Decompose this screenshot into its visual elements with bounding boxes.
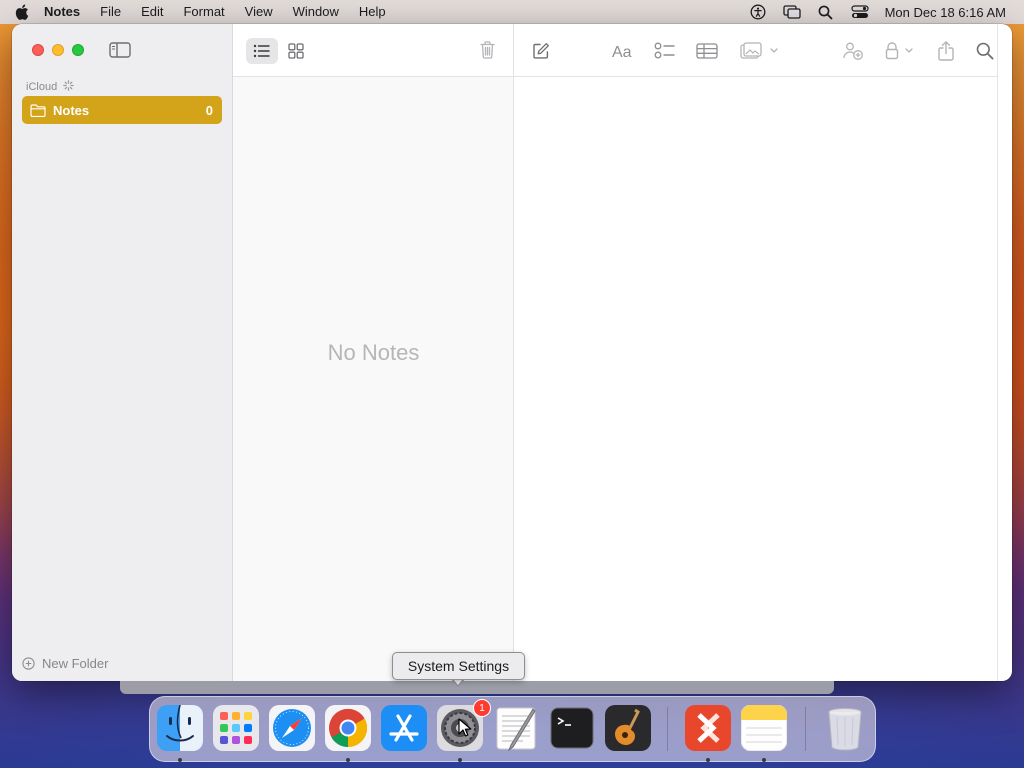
safari-icon [269,705,315,751]
notes-icon [741,705,787,751]
dock-item-remote-desktop[interactable] [685,705,731,751]
dock-item-textedit[interactable] [493,705,539,751]
trash-icon [828,708,862,751]
dock-item-safari[interactable] [269,705,315,751]
running-indicator [706,758,710,762]
sidebar: iCloud Notes 0 New Folder [12,24,233,681]
status-area: Mon Dec 18 6:16 AM [741,0,1024,24]
sync-spinner-icon [63,80,74,94]
running-indicator [762,758,766,762]
remote-desktop-icon [685,705,731,751]
dock-tooltip: System Settings [392,652,525,680]
list-view-icon[interactable] [246,38,278,64]
menu-bar: Notes File Edit Format View Window Help … [0,0,1024,24]
sidebar-folder-notes[interactable]: Notes 0 [22,96,222,124]
search-icon[interactable] [976,40,994,62]
checklist-icon[interactable] [654,40,676,62]
compose-icon[interactable] [532,40,550,62]
note-list-toolbar [233,24,513,77]
media-icon[interactable] [740,40,780,62]
new-folder-button[interactable]: New Folder [22,656,108,671]
share-icon[interactable] [938,40,954,62]
plus-circle-icon [22,657,35,670]
dock-item-launchpad[interactable] [213,705,259,751]
running-indicator [178,758,182,762]
sidebar-toggle-icon[interactable] [109,42,131,58]
trash-icon[interactable] [477,40,497,60]
svg-text:Aa: Aa [612,44,632,59]
control-center-icon[interactable] [843,0,877,24]
gallery-view-icon[interactable] [286,41,306,61]
launchpad-icon [213,705,259,751]
apple-menu-icon[interactable] [0,4,34,20]
editor-toolbar: Aa [514,24,997,77]
folder-icon [30,103,46,117]
menu-help[interactable]: Help [349,0,396,24]
dock-item-garageband[interactable] [605,705,651,751]
textedit-icon [496,707,536,751]
notes-window: iCloud Notes 0 New Folder No Notes Aa [12,24,1012,681]
horizontal-scrollbar[interactable] [120,681,834,694]
menu-edit[interactable]: Edit [131,0,173,24]
running-indicator [458,758,462,762]
collaborate-icon[interactable] [842,40,864,62]
dock-separator [667,707,668,751]
screen-mirroring-icon[interactable] [775,0,809,24]
window-controls [32,44,84,56]
dock-item-chrome[interactable] [325,705,371,751]
folder-note-count: 0 [205,102,213,118]
icloud-label: iCloud [26,81,58,93]
dock-item-notes[interactable] [741,705,787,751]
format-text-icon[interactable]: Aa [612,40,634,62]
notification-badge: 1 [473,699,491,717]
menu-app-name[interactable]: Notes [34,0,90,24]
accessibility-icon[interactable] [741,0,775,24]
spotlight-search-icon[interactable] [809,0,843,24]
minimize-button[interactable] [52,44,64,56]
note-editor-pane: Aa [514,24,998,681]
menu-format[interactable]: Format [173,0,234,24]
folder-name: Notes [53,102,90,118]
app-store-icon [381,705,427,751]
dock-item-app-store[interactable] [381,705,427,751]
note-list-pane: No Notes [233,24,514,681]
close-button[interactable] [32,44,44,56]
icloud-account-header: iCloud [26,80,74,94]
dock-item-terminal[interactable] [549,705,595,751]
dock: 1 [149,696,876,762]
running-indicator [346,758,350,762]
chrome-icon [325,705,371,751]
menu-file[interactable]: File [90,0,131,24]
zoom-button[interactable] [72,44,84,56]
menu-bar-clock[interactable]: Mon Dec 18 6:16 AM [877,5,1006,20]
mouse-cursor-icon [458,718,472,737]
finder-icon [157,705,203,751]
garageband-icon [605,705,651,751]
new-folder-label: New Folder [42,656,109,671]
menu-window[interactable]: Window [283,0,349,24]
table-icon[interactable] [696,40,718,62]
menu-view[interactable]: View [235,0,283,24]
lock-icon[interactable] [884,40,918,62]
dock-item-trash[interactable] [822,705,868,751]
empty-state-message: No Notes [327,340,420,365]
terminal-icon [550,707,594,749]
dock-item-finder[interactable] [157,705,203,751]
dock-separator [805,707,806,751]
